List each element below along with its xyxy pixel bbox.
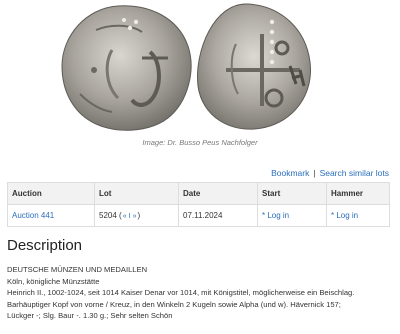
table-header-row: Auction Lot Date Start Hammer (7, 182, 390, 205)
description-line-ruler: Heinrich II., 1002-1024, seit 1014 Kaise… (7, 288, 355, 297)
coin-reverse (196, 3, 311, 130)
header-date: Date (178, 182, 258, 205)
cell-lot: 5204 (« I») (94, 204, 179, 227)
table-row: Auction 441 5204 (« I») 07.11.2024 * Log … (7, 204, 390, 227)
lot-actions: Bookmark | Search similar lots (271, 168, 389, 178)
cell-auction: Auction 441 (7, 204, 95, 227)
header-hammer: Hammer (326, 182, 390, 205)
cell-date: 07.11.2024 (178, 204, 258, 227)
image-caption: Image: Dr. Busso Peus Nachfolger (142, 138, 258, 147)
search-similar-link[interactable]: Search similar lots (320, 168, 389, 178)
description-line-category: DEUTSCHE MÜNZEN UND MEDAILLEN (7, 265, 148, 274)
coin-obverse (61, 5, 192, 131)
header-start: Start (257, 182, 327, 205)
lot-table: Auction Lot Date Start Hammer Auction 44… (7, 182, 390, 227)
description-line-references: Lückger -; Slg. Baur -. 1.30 g.; Sehr se… (7, 311, 173, 320)
previous-lot-icon[interactable]: « (123, 213, 127, 220)
description-heading: Description (7, 237, 83, 254)
auction-link[interactable]: Auction 441 (12, 211, 54, 220)
header-auction: Auction (7, 182, 95, 205)
lot-nav-open: ( (119, 211, 122, 220)
start-login-link[interactable]: * Log in (262, 211, 289, 220)
lot-nav-close: ) (137, 211, 141, 220)
hammer-login-link[interactable]: * Log in (331, 211, 358, 220)
lot-list-icon[interactable]: I (129, 213, 131, 220)
bookmark-link[interactable]: Bookmark (271, 168, 309, 178)
coin-image[interactable] (0, 0, 400, 132)
lot-number: 5204 (99, 211, 117, 220)
link-separator: | (313, 168, 316, 178)
cell-hammer: * Log in (326, 204, 390, 227)
description-line-design: Barhäuptiger Kopf von vorne / Kreuz, in … (7, 299, 341, 309)
next-lot-icon[interactable]: » (133, 213, 137, 220)
description-text: DEUTSCHE MÜNZEN UND MEDAILLEN Köln, köni… (7, 264, 393, 322)
cell-start: * Log in (257, 204, 327, 227)
description-line-mint: Köln, königliche Münzstätte (7, 276, 100, 286)
header-lot: Lot (94, 182, 179, 205)
